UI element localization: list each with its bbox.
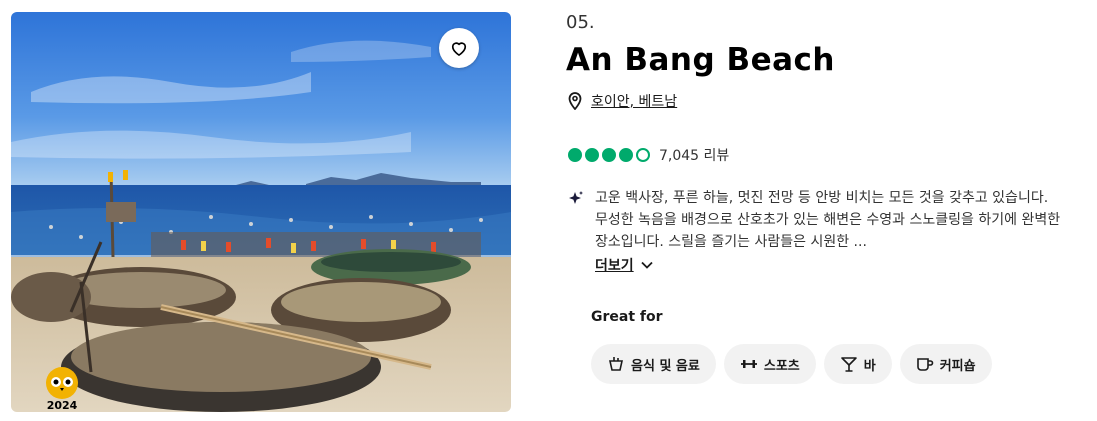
save-favorite-button[interactable]: [439, 28, 479, 68]
travelers-choice-badge: 2024: [44, 366, 80, 412]
rating-bubble-full: [585, 148, 599, 162]
read-more-label: 더보기: [595, 258, 634, 274]
tag-sports[interactable]: 스포츠: [723, 344, 816, 384]
dumbbell-icon: [740, 360, 757, 368]
rating-bubble-full: [619, 148, 633, 162]
coffee-icon: [916, 358, 933, 371]
tag-label: 음식 및 음료: [631, 358, 700, 374]
location-link[interactable]: 호이안, 베트남: [591, 91, 677, 111]
attraction-photo[interactable]: 2024: [11, 12, 511, 412]
description-text: 고운 백사장, 푸른 하늘, 멋진 전망 등 안방 비치는 모든 것을 갖추고 …: [595, 190, 1061, 250]
cocktail-icon: [840, 357, 857, 372]
review-count: 7,045 리뷰: [659, 148, 730, 164]
tag-coffee-shop[interactable]: 커피숍: [899, 344, 992, 384]
tag-food-drink[interactable]: 음식 및 음료: [591, 344, 716, 384]
food-icon: [609, 357, 623, 371]
badge-year: 2024: [46, 399, 78, 412]
rating-bubble-empty: [636, 148, 650, 162]
great-for-heading: Great for: [591, 309, 663, 325]
tag-label: 커피숍: [939, 358, 976, 374]
tag-label: 바: [863, 358, 876, 374]
great-for-tags: 음식 및 음료 스포츠 바 커피숍: [591, 344, 992, 384]
owl-icon: [46, 367, 78, 399]
chevron-down-icon: [641, 261, 653, 269]
sparkle-icon: [569, 191, 583, 204]
attraction-title[interactable]: An Bang Beach: [566, 42, 835, 78]
read-more-button[interactable]: 더보기: [595, 255, 654, 275]
rating-row[interactable]: 7,045 리뷰: [568, 145, 729, 165]
beach-photo-image: [11, 12, 511, 412]
tag-bar[interactable]: 바: [823, 344, 892, 384]
location-row: 호이안, 베트남: [568, 91, 677, 111]
rating-bubble-full: [568, 148, 582, 162]
heart-icon: [451, 42, 467, 56]
rating-bubble-full: [602, 148, 616, 162]
description: 고운 백사장, 푸른 하늘, 멋진 전망 등 안방 비치는 모든 것을 갖추고 …: [568, 187, 1088, 253]
tag-label: 스포츠: [763, 358, 800, 374]
rank-number: 05.: [566, 12, 595, 33]
map-pin-icon: [568, 92, 582, 110]
